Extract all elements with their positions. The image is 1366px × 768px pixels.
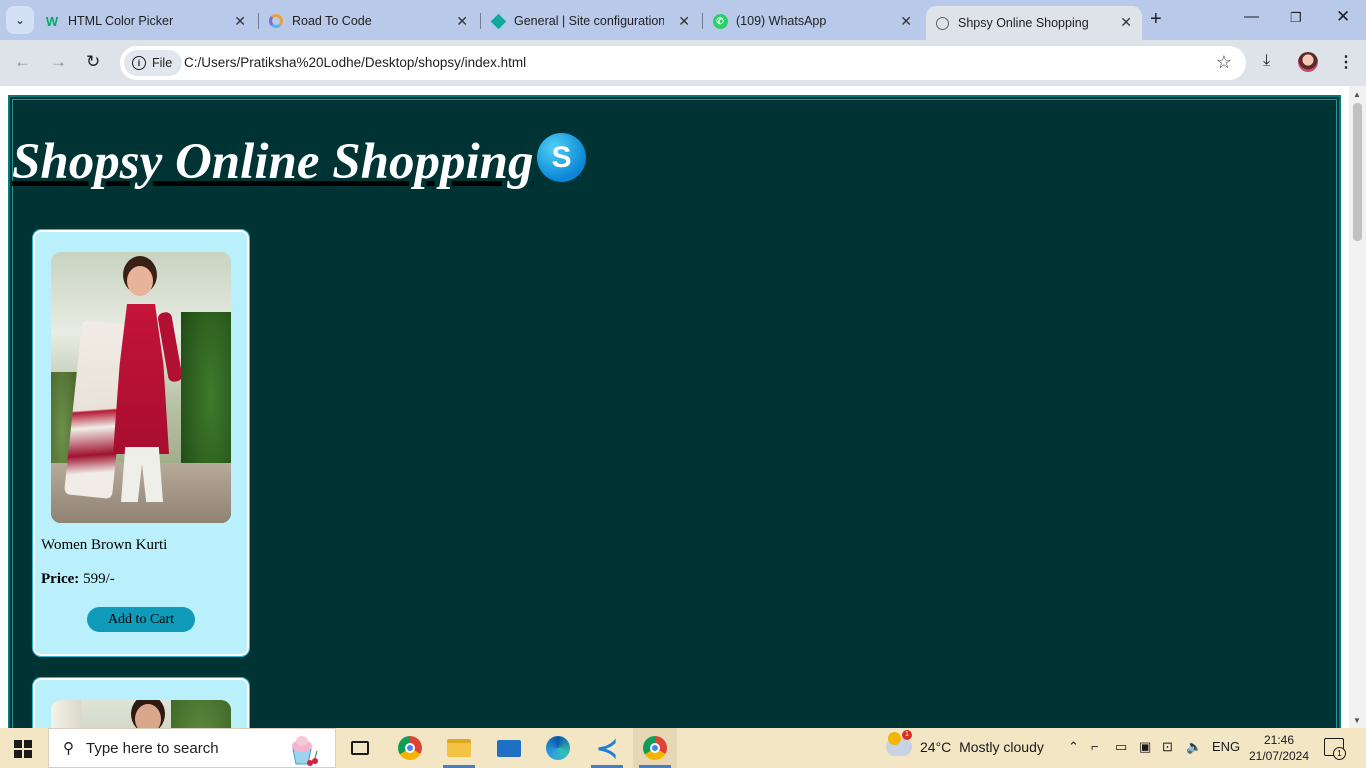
taskbar-search-box[interactable]: ⚲ Type here to search <box>48 728 336 768</box>
info-icon: i <box>132 56 146 70</box>
system-clock[interactable]: 21:46 21/07/2024 <box>1244 732 1314 764</box>
download-icon[interactable]: ⤓ <box>1263 52 1270 70</box>
close-window-button[interactable]: ✕ <box>1336 7 1350 27</box>
tab-whatsapp[interactable]: ✆ (109) WhatsApp ✕ <box>712 6 922 36</box>
globe-icon <box>934 15 950 31</box>
w3schools-icon: W <box>45 13 59 29</box>
pen-icon[interactable]: ⌐ <box>1091 739 1099 754</box>
tab-separator <box>480 13 481 29</box>
product-image <box>51 700 231 728</box>
site-info-chip[interactable]: i File <box>124 50 183 76</box>
product-name: Women Brown Kurti <box>41 537 168 553</box>
road-icon <box>268 13 284 29</box>
cupcake-icon <box>292 736 318 766</box>
forward-arrow-icon[interactable]: → <box>50 52 67 72</box>
language-indicator[interactable]: ENG <box>1212 739 1240 754</box>
product-price: Price: 599/- <box>41 571 115 588</box>
notification-count-badge: 1 <box>1333 747 1346 760</box>
minimize-button[interactable]: — <box>1244 8 1259 25</box>
scroll-thumb[interactable] <box>1353 103 1362 241</box>
show-hidden-icons-chevron-icon[interactable]: ⌃ <box>1068 739 1079 755</box>
page-viewport: Shopsy Online Shopping S Women Brown Kur… <box>0 86 1366 728</box>
weather-widget[interactable]: 1 24°C Mostly cloudy <box>886 730 1044 756</box>
search-icon: ⚲ <box>63 740 74 757</box>
tab-separator <box>702 13 703 29</box>
magnifier-icon[interactable]: ⊡ <box>1162 739 1173 755</box>
whatsapp-icon: ✆ <box>712 13 728 29</box>
task-view-icon[interactable] <box>338 728 382 768</box>
add-to-cart-button[interactable]: Add to Cart <box>87 607 195 632</box>
network-icon[interactable]: ▭ <box>1115 739 1127 755</box>
tab-road-to-code[interactable]: Road To Code ✕ <box>268 6 478 36</box>
scroll-down-arrow-icon[interactable]: ▼ <box>1353 716 1361 725</box>
scroll-up-arrow-icon[interactable]: ▲ <box>1353 90 1361 99</box>
tab-general-site-config[interactable]: General | Site configuration | ✕ <box>490 6 700 36</box>
close-icon[interactable]: ✕ <box>1120 14 1132 31</box>
close-icon[interactable]: ✕ <box>678 13 690 30</box>
diamond-icon <box>490 13 506 29</box>
bookmark-star-icon[interactable]: ☆ <box>1216 52 1232 73</box>
tab-shopsy-active[interactable]: Shpsy Online Shopping ✕ <box>926 6 1142 40</box>
menu-kebab-icon[interactable]: ⋮ <box>1338 52 1354 72</box>
browser-toolbar: ← → ↻ i File C:/Users/Pratiksha%20Lodhe/… <box>0 40 1366 86</box>
url-text[interactable]: C:/Users/Pratiksha%20Lodhe/Desktop/shops… <box>184 55 526 70</box>
weather-alert-badge: 1 <box>902 730 912 740</box>
chrome-icon[interactable] <box>388 728 432 768</box>
product-image <box>51 252 231 523</box>
windows-taskbar: ⚲ Type here to search ≺ 1 24°C Mostly cl… <box>0 728 1366 768</box>
product-card <box>32 677 250 728</box>
new-tab-button[interactable]: + <box>1150 8 1162 31</box>
file-explorer-icon[interactable] <box>437 728 481 768</box>
tab-html-color-picker[interactable]: W HTML Color Picker ✕ <box>44 6 256 36</box>
tab-search-button[interactable]: ⌄ <box>6 6 34 34</box>
reload-icon[interactable]: ↻ <box>86 52 100 72</box>
price-label: Price: <box>41 571 80 587</box>
windows-start-icon[interactable] <box>14 740 32 758</box>
close-icon[interactable]: ✕ <box>456 13 468 30</box>
product-card: Women Brown Kurti Price: 599/- Add to Ca… <box>32 229 250 657</box>
chrome-profile-icon[interactable] <box>633 728 677 768</box>
restore-button[interactable]: ❐ <box>1290 10 1302 26</box>
close-icon[interactable]: ✕ <box>234 13 246 30</box>
display-icon[interactable]: ▣ <box>1139 739 1151 755</box>
page-container: Shopsy Online Shopping S Women Brown Kur… <box>8 95 1341 728</box>
edge-icon[interactable] <box>536 728 580 768</box>
price-value: 599/- <box>79 571 115 587</box>
page-scrollbar[interactable]: ▲ ▼ <box>1349 86 1366 728</box>
tab-separator <box>258 13 259 29</box>
page-title: Shopsy Online Shopping <box>12 134 534 190</box>
cloudy-weather-icon: 1 <box>886 730 912 756</box>
close-icon[interactable]: ✕ <box>900 13 912 30</box>
mail-icon[interactable] <box>487 728 531 768</box>
address-bar[interactable]: i File C:/Users/Pratiksha%20Lodhe/Deskto… <box>120 46 1246 80</box>
chevron-down-icon: ⌄ <box>14 13 26 27</box>
profile-avatar[interactable] <box>1298 52 1318 72</box>
volume-icon[interactable]: 🔈 <box>1186 739 1202 755</box>
vscode-icon[interactable]: ≺ <box>585 728 629 768</box>
back-arrow-icon[interactable]: ← <box>14 52 31 72</box>
tab-strip: ⌄ W HTML Color Picker ✕ Road To Code ✕ G… <box>0 0 1366 40</box>
shopsy-logo-icon: S <box>537 133 586 182</box>
